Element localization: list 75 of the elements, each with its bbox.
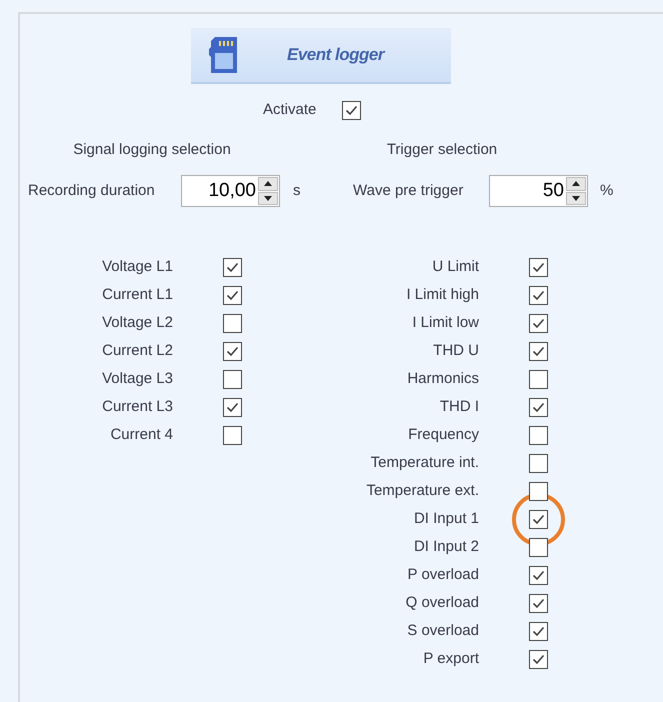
checkbox[interactable] (529, 482, 548, 500)
trigger-label: S overload (406, 620, 479, 641)
spinner-arrows-icon[interactable] (258, 177, 278, 205)
checkbox[interactable] (223, 286, 242, 304)
trigger-label: U Limit (431, 256, 479, 277)
checkbox[interactable] (223, 314, 242, 332)
field-value: 50 (542, 178, 565, 203)
field-label: Wave pre trigger (353, 180, 464, 201)
trigger-label: DI Input 1 (412, 508, 479, 529)
check-icon (532, 570, 545, 580)
check-icon (226, 346, 239, 356)
field-label: Recording duration (28, 180, 156, 201)
activate-label: Activate (263, 100, 316, 120)
signal-label: Voltage L1 (101, 256, 173, 277)
signal-label: Current L3 (101, 396, 173, 417)
checkbox[interactable] (529, 258, 548, 276)
check-icon (532, 262, 545, 272)
trigger-label: P overload (406, 564, 479, 585)
checkbox[interactable] (223, 370, 242, 388)
checkbox[interactable] (529, 342, 548, 360)
checkbox[interactable] (529, 286, 548, 304)
trigger-label: Temperature int. (370, 452, 479, 473)
trigger-label: Frequency (407, 424, 479, 445)
signal-label: Voltage L2 (101, 312, 173, 333)
spinner-arrows-icon[interactable] (566, 177, 586, 205)
checkbox[interactable] (529, 370, 548, 388)
trigger-label: P export (422, 648, 479, 669)
check-icon (532, 346, 545, 356)
signal-label: Current L1 (101, 284, 173, 305)
checkbox[interactable] (223, 426, 242, 444)
check-icon (532, 514, 545, 524)
checkbox[interactable] (529, 454, 548, 472)
trigger-label: THD U (432, 340, 479, 361)
section-heading: Trigger selection (386, 140, 498, 159)
check-icon (532, 626, 545, 636)
checkbox[interactable] (342, 100, 362, 120)
number-field[interactable]: 50 (489, 175, 588, 207)
signal-label: Voltage L3 (101, 368, 173, 389)
checkbox[interactable] (529, 398, 548, 416)
trigger-label: I Limit low (411, 312, 479, 333)
checkbox[interactable] (529, 566, 548, 584)
trigger-label: Temperature ext. (365, 480, 479, 501)
unit-label: s (293, 180, 300, 201)
check-icon (532, 402, 545, 412)
memory-card-icon (209, 37, 239, 73)
checkbox[interactable] (529, 594, 548, 612)
check-icon (226, 290, 239, 300)
check-icon (226, 402, 239, 412)
signal-label: Current L2 (101, 340, 173, 361)
check-icon (532, 654, 545, 664)
trigger-label: I Limit high (405, 284, 479, 305)
trigger-label: Harmonics (406, 368, 479, 389)
header-title: Event logger (287, 44, 384, 66)
field-value: 10,00 (207, 178, 257, 203)
checkbox[interactable] (529, 426, 548, 444)
checkbox[interactable] (223, 258, 242, 276)
unit-label: % (600, 180, 614, 201)
section-heading: Signal logging selection (73, 140, 231, 159)
checkbox[interactable] (529, 314, 548, 332)
checkbox[interactable] (223, 398, 242, 416)
checkbox[interactable] (529, 650, 548, 668)
checkbox[interactable] (223, 342, 242, 360)
checkbox[interactable] (529, 510, 548, 528)
checkbox[interactable] (529, 622, 548, 640)
trigger-label: THD I (438, 396, 479, 417)
number-field[interactable]: 10,00 (181, 175, 280, 207)
check-icon (532, 290, 545, 300)
check-icon (532, 598, 545, 608)
check-icon (226, 262, 239, 272)
check-icon (532, 318, 545, 328)
checkbox[interactable] (529, 538, 548, 556)
check-icon (345, 104, 358, 116)
trigger-label: DI Input 2 (412, 536, 479, 557)
signal-label: Current 4 (109, 424, 173, 445)
trigger-label: Q overload (404, 592, 479, 613)
